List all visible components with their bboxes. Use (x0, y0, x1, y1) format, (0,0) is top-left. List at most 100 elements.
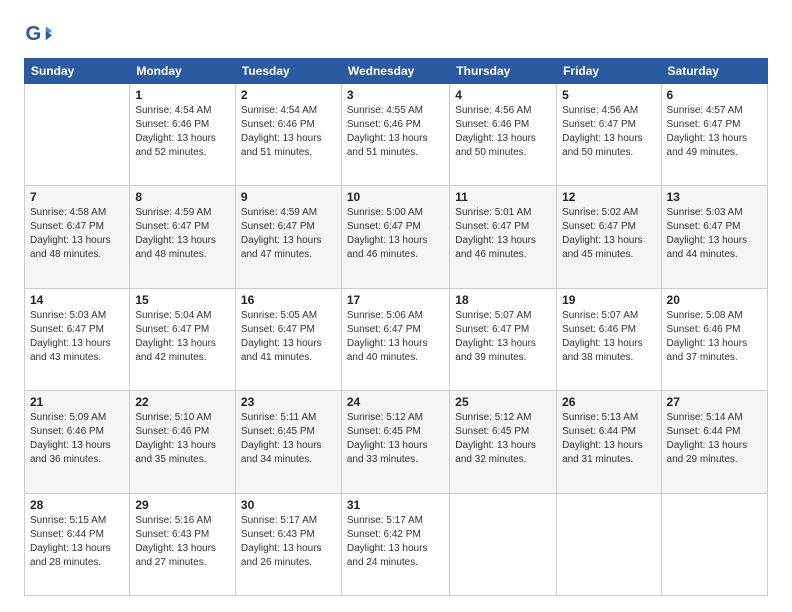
calendar-cell: 19 Sunrise: 5:07 AM Sunset: 6:46 PM Dayli… (557, 288, 661, 390)
day-info: Sunrise: 5:04 AM Sunset: 6:47 PM Dayligh… (135, 309, 230, 365)
day-info: Sunrise: 5:07 AM Sunset: 6:47 PM Dayligh… (455, 309, 551, 365)
day-number: 20 (667, 293, 762, 307)
day-number: 23 (241, 395, 336, 409)
calendar-cell: 16 Sunrise: 5:05 AM Sunset: 6:47 PM Dayli… (235, 288, 341, 390)
day-number: 21 (30, 395, 124, 409)
calendar-cell: 7 Sunrise: 4:58 AM Sunset: 6:47 PM Daylig… (25, 186, 130, 288)
day-info: Sunrise: 5:05 AM Sunset: 6:47 PM Dayligh… (241, 309, 336, 365)
day-info: Sunrise: 5:12 AM Sunset: 6:45 PM Dayligh… (347, 411, 444, 467)
day-info: Sunrise: 5:09 AM Sunset: 6:46 PM Dayligh… (30, 411, 124, 467)
day-info: Sunrise: 4:55 AM Sunset: 6:46 PM Dayligh… (347, 104, 444, 160)
weekday-header-tuesday: Tuesday (235, 59, 341, 84)
day-number: 4 (455, 88, 551, 102)
logo: G (24, 20, 54, 48)
day-info: Sunrise: 4:56 AM Sunset: 6:47 PM Dayligh… (562, 104, 655, 160)
calendar-cell: 15 Sunrise: 5:04 AM Sunset: 6:47 PM Dayli… (130, 288, 236, 390)
calendar-cell: 28Sunrise: 5:15 AM Sunset: 6:44 PM Dayli… (25, 493, 130, 595)
day-number: 24 (347, 395, 444, 409)
calendar-cell: 11 Sunrise: 5:01 AM Sunset: 6:47 PM Dayli… (450, 186, 557, 288)
page-header: G (24, 20, 768, 48)
day-number: 9 (241, 190, 336, 204)
day-number: 16 (241, 293, 336, 307)
calendar-cell: 25 Sunrise: 5:12 AM Sunset: 6:45 PM Dayli… (450, 391, 557, 493)
calendar-cell: 9 Sunrise: 4:59 AM Sunset: 6:47 PM Daylig… (235, 186, 341, 288)
day-number: 14 (30, 293, 124, 307)
day-number: 29 (135, 498, 230, 512)
day-info: Sunrise: 5:02 AM Sunset: 6:47 PM Dayligh… (562, 206, 655, 262)
calendar-cell (450, 493, 557, 595)
day-info: Sunrise: 5:10 AM Sunset: 6:46 PM Dayligh… (135, 411, 230, 467)
day-info: Sunrise: 5:07 AM Sunset: 6:46 PM Dayligh… (562, 309, 655, 365)
day-info: Sunrise: 5:13 AM Sunset: 6:44 PM Dayligh… (562, 411, 655, 467)
calendar-cell: 3Sunrise: 4:55 AM Sunset: 6:46 PM Daylig… (341, 84, 449, 186)
day-info: Sunrise: 5:17 AM Sunset: 6:42 PM Dayligh… (347, 514, 444, 570)
day-number: 26 (562, 395, 655, 409)
day-number: 7 (30, 190, 124, 204)
calendar-cell (557, 493, 661, 595)
calendar-cell: 18 Sunrise: 5:07 AM Sunset: 6:47 PM Dayli… (450, 288, 557, 390)
day-info: Sunrise: 5:15 AM Sunset: 6:44 PM Dayligh… (30, 514, 124, 570)
day-info: Sunrise: 5:11 AM Sunset: 6:45 PM Dayligh… (241, 411, 336, 467)
calendar-cell: 10 Sunrise: 5:00 AM Sunset: 6:47 PM Dayli… (341, 186, 449, 288)
calendar-cell: 22Sunrise: 5:10 AM Sunset: 6:46 PM Dayli… (130, 391, 236, 493)
day-info: Sunrise: 5:17 AM Sunset: 6:43 PM Dayligh… (241, 514, 336, 570)
day-info: Sunrise: 4:54 AM Sunset: 6:46 PM Dayligh… (135, 104, 230, 160)
calendar-cell: 29 Sunrise: 5:16 AM Sunset: 6:43 PM Dayli… (130, 493, 236, 595)
day-number: 19 (562, 293, 655, 307)
day-number: 17 (347, 293, 444, 307)
calendar-cell: 8 Sunrise: 4:59 AM Sunset: 6:47 PM Daylig… (130, 186, 236, 288)
calendar-cell: 23 Sunrise: 5:11 AM Sunset: 6:45 PM Dayli… (235, 391, 341, 493)
day-number: 10 (347, 190, 444, 204)
day-info: Sunrise: 4:58 AM Sunset: 6:47 PM Dayligh… (30, 206, 124, 262)
calendar-cell: 20 Sunrise: 5:08 AM Sunset: 6:46 PM Dayli… (661, 288, 767, 390)
calendar-cell (661, 493, 767, 595)
calendar-cell: 2 Sunrise: 4:54 AM Sunset: 6:46 PM Daylig… (235, 84, 341, 186)
day-number: 18 (455, 293, 551, 307)
calendar-cell: 17 Sunrise: 5:06 AM Sunset: 6:47 PM Dayli… (341, 288, 449, 390)
day-info: Sunrise: 5:00 AM Sunset: 6:47 PM Dayligh… (347, 206, 444, 262)
day-number: 25 (455, 395, 551, 409)
calendar-cell: 6 Sunrise: 4:57 AM Sunset: 6:47 PM Daylig… (661, 84, 767, 186)
day-info: Sunrise: 5:03 AM Sunset: 6:47 PM Dayligh… (30, 309, 124, 365)
day-number: 5 (562, 88, 655, 102)
day-info: Sunrise: 5:08 AM Sunset: 6:46 PM Dayligh… (667, 309, 762, 365)
day-info: Sunrise: 4:57 AM Sunset: 6:47 PM Dayligh… (667, 104, 762, 160)
day-info: Sunrise: 5:06 AM Sunset: 6:47 PM Dayligh… (347, 309, 444, 365)
calendar-cell: 30 Sunrise: 5:17 AM Sunset: 6:43 PM Dayli… (235, 493, 341, 595)
day-number: 27 (667, 395, 762, 409)
calendar-cell: 5 Sunrise: 4:56 AM Sunset: 6:47 PM Daylig… (557, 84, 661, 186)
calendar-cell: 13Sunrise: 5:03 AM Sunset: 6:47 PM Dayli… (661, 186, 767, 288)
svg-text:G: G (26, 23, 42, 45)
day-number: 1 (135, 88, 230, 102)
day-info: Sunrise: 4:59 AM Sunset: 6:47 PM Dayligh… (241, 206, 336, 262)
calendar-cell: 26 Sunrise: 5:13 AM Sunset: 6:44 PM Dayli… (557, 391, 661, 493)
day-number: 12 (562, 190, 655, 204)
day-info: Sunrise: 5:14 AM Sunset: 6:44 PM Dayligh… (667, 411, 762, 467)
calendar-cell: 21 Sunrise: 5:09 AM Sunset: 6:46 PM Dayli… (25, 391, 130, 493)
calendar-cell (25, 84, 130, 186)
calendar-cell: 4 Sunrise: 4:56 AM Sunset: 6:46 PM Daylig… (450, 84, 557, 186)
day-number: 8 (135, 190, 230, 204)
day-number: 31 (347, 498, 444, 512)
calendar-cell: 12 Sunrise: 5:02 AM Sunset: 6:47 PM Dayli… (557, 186, 661, 288)
day-info: Sunrise: 5:01 AM Sunset: 6:47 PM Dayligh… (455, 206, 551, 262)
calendar-cell: 14 Sunrise: 5:03 AM Sunset: 6:47 PM Dayli… (25, 288, 130, 390)
calendar-cell: 27 Sunrise: 5:14 AM Sunset: 6:44 PM Dayli… (661, 391, 767, 493)
weekday-header-saturday: Saturday (661, 59, 767, 84)
day-info: Sunrise: 4:56 AM Sunset: 6:46 PM Dayligh… (455, 104, 551, 160)
day-number: 30 (241, 498, 336, 512)
weekday-header-monday: Monday (130, 59, 236, 84)
day-number: 2 (241, 88, 336, 102)
day-number: 15 (135, 293, 230, 307)
calendar-table: SundayMondayTuesdayWednesdayThursdayFrid… (24, 58, 768, 596)
day-number: 6 (667, 88, 762, 102)
logo-icon: G (24, 20, 52, 48)
day-number: 11 (455, 190, 551, 204)
day-info: Sunrise: 4:59 AM Sunset: 6:47 PM Dayligh… (135, 206, 230, 262)
day-info: Sunrise: 4:54 AM Sunset: 6:46 PM Dayligh… (241, 104, 336, 160)
weekday-header-wednesday: Wednesday (341, 59, 449, 84)
day-info: Sunrise: 5:12 AM Sunset: 6:45 PM Dayligh… (455, 411, 551, 467)
day-info: Sunrise: 5:16 AM Sunset: 6:43 PM Dayligh… (135, 514, 230, 570)
calendar-cell: 31 Sunrise: 5:17 AM Sunset: 6:42 PM Dayli… (341, 493, 449, 595)
weekday-header-thursday: Thursday (450, 59, 557, 84)
